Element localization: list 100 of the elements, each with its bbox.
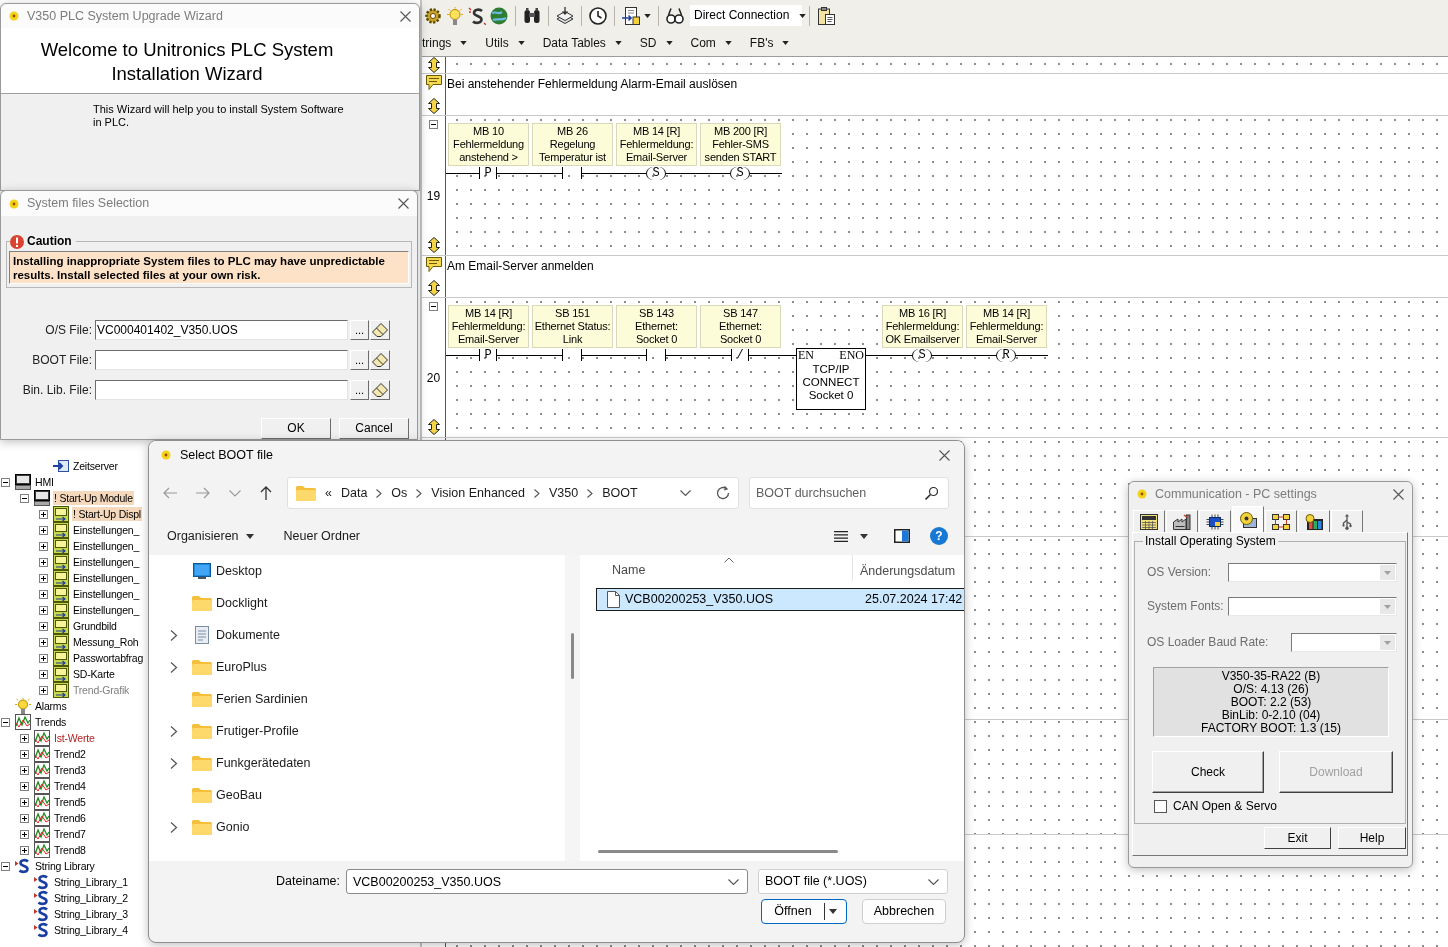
- comment-icon[interactable]: [425, 75, 442, 90]
- expand-icon[interactable]: [39, 621, 48, 631]
- nav-item[interactable]: Funkgerätedaten: [214, 755, 313, 771]
- updown-arrow-icon[interactable]: [427, 419, 440, 435]
- expand-icon[interactable]: [39, 589, 48, 599]
- filename-field[interactable]: VCB00200253_V350.UOS: [346, 869, 748, 894]
- expand-icon[interactable]: [20, 733, 29, 743]
- dropdown-field[interactable]: [1228, 563, 1397, 582]
- help-button[interactable]: ?: [930, 527, 948, 545]
- expand-icon[interactable]: [20, 845, 29, 855]
- chevron-right-icon[interactable]: [170, 821, 178, 833]
- chevron-down-icon[interactable]: [728, 879, 739, 885]
- nav-item[interactable]: Docklight: [214, 595, 270, 611]
- menu-item[interactable]: trings: [422, 36, 468, 51]
- search-field[interactable]: BOOT durchsuchen: [749, 477, 949, 509]
- address-bar[interactable]: « Data Os Vision Enhanced V350 BOOT: [287, 477, 739, 509]
- tree-item[interactable]: String_Library_3: [53, 907, 129, 921]
- toolbar-button[interactable]: Organisieren: [167, 528, 254, 544]
- tab[interactable]: [1232, 506, 1264, 532]
- tab[interactable]: [1331, 510, 1363, 532]
- browse-button[interactable]: ...: [350, 350, 369, 370]
- tree-item[interactable]: Einstellungen_: [72, 523, 141, 537]
- menu-item[interactable]: Utils: [485, 36, 525, 51]
- breadcrumb-item[interactable]: Vision Enhanced: [431, 485, 525, 501]
- file-type-dropdown[interactable]: BOOT file (*.UOS): [758, 869, 948, 894]
- tree-item[interactable]: Trend2: [53, 747, 87, 761]
- collapse-icon[interactable]: [20, 493, 29, 503]
- clipboard-icon[interactable]: [817, 6, 835, 25]
- nav-item[interactable]: Frutiger-Profile: [214, 723, 301, 739]
- tab[interactable]: [1133, 510, 1165, 532]
- chevron-right-icon[interactable]: [170, 629, 178, 641]
- nav-item[interactable]: GeoBau: [214, 787, 264, 803]
- dropdown-field[interactable]: [1290, 633, 1397, 652]
- tree-item[interactable]: SD-Karte: [72, 667, 116, 681]
- cancel-button[interactable]: Abbrechen: [862, 899, 946, 924]
- gear-icon[interactable]: [424, 6, 442, 25]
- updown-arrow-icon[interactable]: [427, 237, 440, 253]
- tab[interactable]: [1166, 510, 1198, 532]
- tree-item[interactable]: Trend7: [53, 827, 87, 841]
- tab[interactable]: [1298, 510, 1330, 532]
- collapse-icon[interactable]: [1, 861, 10, 871]
- tree-item[interactable]: String_Library_1: [53, 875, 129, 889]
- forward-arrow-icon[interactable]: [196, 487, 210, 499]
- tab[interactable]: [1199, 510, 1231, 532]
- squiggle-icon[interactable]: [468, 6, 486, 25]
- column-header[interactable]: Name: [580, 555, 852, 581]
- tree-item[interactable]: Messung_Roh: [72, 635, 140, 649]
- ok-button[interactable]: OK: [261, 418, 331, 439]
- tree-item[interactable]: Trend4: [53, 779, 87, 793]
- checkbox[interactable]: [1154, 799, 1167, 813]
- nav-item[interactable]: Gonio: [214, 819, 252, 835]
- breadcrumb-item[interactable]: V350: [548, 485, 579, 501]
- expand-icon[interactable]: [39, 653, 48, 663]
- tree-item[interactable]: Trend-Grafik: [72, 683, 131, 697]
- tree-item[interactable]: Einstellungen_: [72, 603, 141, 617]
- updown-arrow-icon[interactable]: [427, 98, 440, 114]
- tree-item[interactable]: String_Library_2: [53, 891, 129, 905]
- expand-icon[interactable]: [39, 685, 48, 695]
- comment-icon[interactable]: [425, 257, 442, 272]
- tree-item[interactable]: Einstellungen_: [72, 571, 141, 585]
- breadcrumb-item[interactable]: Os: [391, 485, 408, 501]
- caret-icon[interactable]: [644, 13, 651, 18]
- tree-item[interactable]: Passwortabfrag: [72, 651, 145, 665]
- menu-item[interactable]: FB's: [749, 36, 790, 51]
- tree-item[interactable]: Ist-Werte: [53, 731, 96, 745]
- updown-arrow-icon[interactable]: [427, 280, 440, 296]
- back-arrow-icon[interactable]: [163, 487, 177, 499]
- refresh-icon[interactable]: [716, 486, 730, 500]
- tree-item[interactable]: Trend6: [53, 811, 87, 825]
- tree-item[interactable]: String Library: [34, 859, 96, 873]
- file-path-field[interactable]: VC000401402_V350.UOS: [95, 320, 348, 340]
- breadcrumb-item[interactable]: BOOT: [602, 485, 638, 501]
- chevron-down-icon[interactable]: [680, 490, 691, 496]
- file-path-field[interactable]: [95, 380, 348, 400]
- help-button[interactable]: Help: [1338, 827, 1406, 850]
- tree-item[interactable]: Trend3: [53, 763, 87, 777]
- toolbar-button[interactable]: Neuer Ordner: [283, 528, 360, 544]
- up-arrow-icon[interactable]: [260, 486, 272, 500]
- expand-icon[interactable]: [39, 541, 48, 551]
- scrollbar-thumb[interactable]: [598, 850, 838, 853]
- nav-item[interactable]: Dokumente: [214, 627, 282, 643]
- expand-icon[interactable]: [39, 509, 48, 519]
- tree-item[interactable]: Einstellungen_: [72, 587, 141, 601]
- binoculars-icon[interactable]: [523, 6, 541, 25]
- chevron-right-icon[interactable]: [170, 757, 178, 769]
- preview-pane-icon[interactable]: [894, 529, 910, 543]
- menu-item[interactable]: SD: [639, 36, 673, 51]
- menu-item[interactable]: Com: [690, 36, 732, 51]
- caret-icon[interactable]: [860, 533, 868, 539]
- chevron-right-icon[interactable]: [170, 725, 178, 737]
- tree-item[interactable]: Trend8: [53, 843, 87, 857]
- tree-item[interactable]: String_Library_4: [53, 923, 129, 937]
- collapse-icon[interactable]: [429, 120, 438, 129]
- tree-item[interactable]: Trends: [34, 715, 68, 729]
- tray-icon[interactable]: [556, 6, 574, 25]
- tab[interactable]: [1265, 510, 1297, 532]
- collapse-icon[interactable]: [1, 717, 10, 727]
- file-path-field[interactable]: [95, 350, 348, 370]
- expand-icon[interactable]: [20, 829, 29, 839]
- cancel-button[interactable]: Cancel: [339, 418, 409, 439]
